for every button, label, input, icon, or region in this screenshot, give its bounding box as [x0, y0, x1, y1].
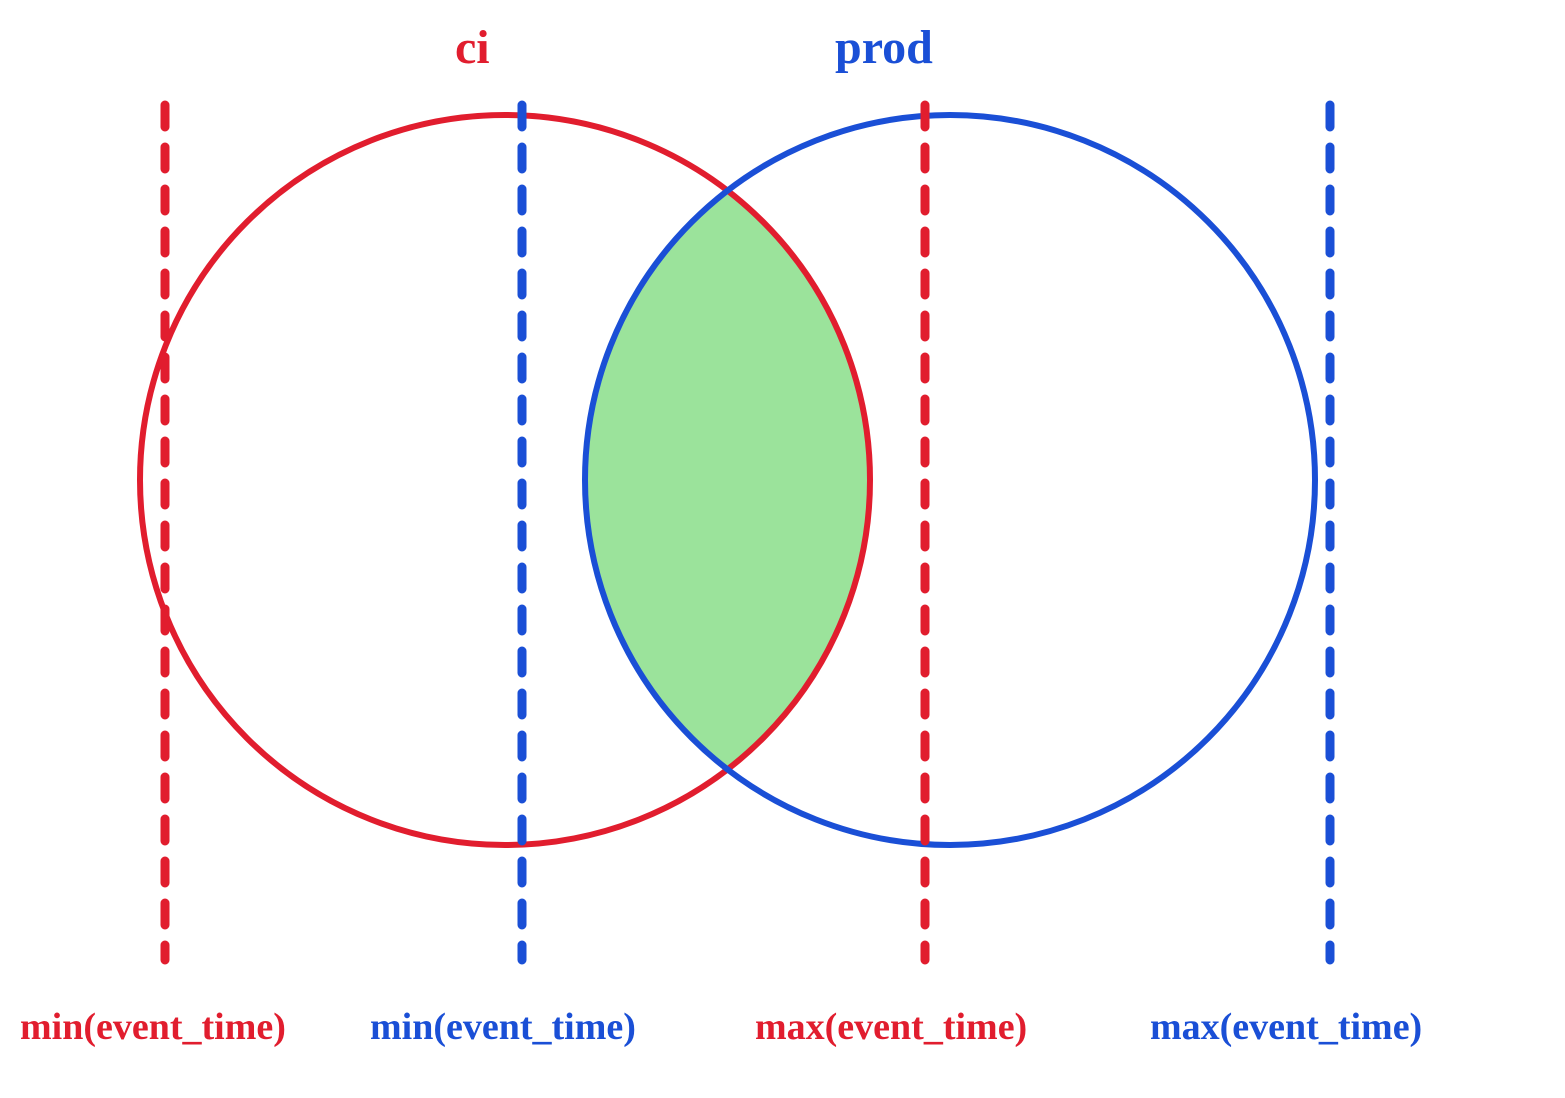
prod-min-label: min(event_time)	[370, 1005, 636, 1049]
prod-max-label: max(event_time)	[1150, 1005, 1422, 1049]
venn-overlap-group	[585, 115, 1315, 845]
ci-min-label: min(event_time)	[20, 1005, 286, 1049]
ci-set-label: ci	[455, 20, 490, 75]
prod-set-label: prod	[835, 20, 933, 75]
ci-max-label: max(event_time)	[755, 1005, 1027, 1049]
venn-diagram-stage: ci prod min(event_time) min(event_time) …	[0, 0, 1565, 1098]
venn-diagram-svg	[0, 0, 1565, 1098]
venn-overlap-fill	[585, 115, 1315, 845]
